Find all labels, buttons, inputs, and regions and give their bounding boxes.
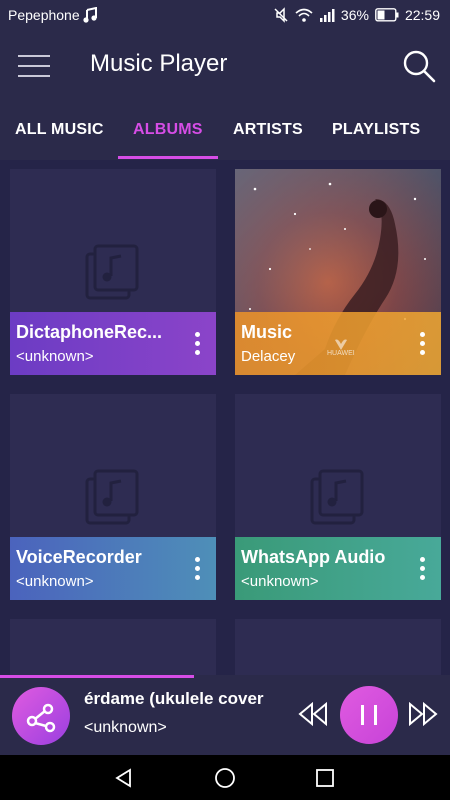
album-footer: WhatsApp Audio <unknown> bbox=[235, 537, 441, 600]
signal-icon bbox=[319, 9, 335, 22]
battery-icon bbox=[375, 8, 399, 22]
back-icon[interactable] bbox=[114, 768, 134, 788]
album-card-partial[interactable] bbox=[235, 619, 441, 675]
search-icon[interactable] bbox=[402, 49, 436, 83]
album-grid[interactable]: DictaphoneRec... <unknown> Music Delacey… bbox=[0, 160, 450, 675]
album-card-dictaphone[interactable]: DictaphoneRec... <unknown> bbox=[10, 169, 216, 375]
album-footer: DictaphoneRec... <unknown> bbox=[10, 312, 216, 375]
tab-all-music[interactable]: ALL MUSIC bbox=[15, 121, 104, 139]
album-artist: <unknown> bbox=[16, 573, 94, 590]
album-card-whatsapp[interactable]: WhatsApp Audio <unknown> bbox=[235, 394, 441, 600]
fast-forward-icon[interactable] bbox=[408, 702, 438, 726]
album-artist: <unknown> bbox=[241, 573, 319, 590]
app-bar: Music Player bbox=[0, 32, 450, 100]
battery-percent: 36% bbox=[340, 7, 369, 23]
playback-progress-track[interactable] bbox=[0, 675, 450, 678]
rewind-icon[interactable] bbox=[298, 702, 328, 726]
album-footer: VoiceRecorder <unknown> bbox=[10, 537, 216, 600]
more-options-icon[interactable] bbox=[194, 332, 200, 356]
playback-progress-fill bbox=[0, 675, 194, 678]
carrier-name: Pepephone bbox=[8, 7, 80, 23]
tab-albums[interactable]: ALBUMS bbox=[133, 121, 203, 139]
more-options-icon[interactable] bbox=[419, 332, 425, 356]
tab-bar: ALL MUSIC ALBUMS ARTISTS PLAYLISTS bbox=[0, 100, 450, 160]
recents-icon[interactable] bbox=[315, 768, 335, 788]
more-options-icon[interactable] bbox=[194, 557, 200, 581]
album-artist: Delacey bbox=[241, 348, 296, 365]
now-playing-bar[interactable]: érdame (ukulele cover <unknown> bbox=[0, 675, 450, 755]
status-bar-right: 36% 22:59 bbox=[273, 7, 440, 23]
album-title: VoiceRecorder bbox=[16, 547, 142, 567]
album-title: Music bbox=[241, 322, 293, 342]
status-bar: Pepephone 36% 22:59 bbox=[0, 0, 450, 32]
more-options-icon[interactable] bbox=[419, 557, 425, 581]
now-playing-title: érdame (ukulele cover bbox=[84, 689, 264, 708]
huawei-label: HUAWEI bbox=[327, 350, 355, 357]
system-nav-bar bbox=[0, 755, 450, 800]
now-playing-artist: <unknown> bbox=[84, 719, 167, 736]
album-footer: Music Delacey HUAWEI bbox=[235, 312, 441, 375]
album-title: DictaphoneRec... bbox=[16, 322, 163, 342]
album-placeholder-icon bbox=[85, 244, 139, 300]
active-tab-indicator bbox=[118, 156, 218, 159]
pause-icon bbox=[361, 705, 377, 725]
album-card-partial[interactable] bbox=[10, 619, 216, 675]
app-title: Music Player bbox=[90, 50, 228, 77]
music-share-icon bbox=[26, 703, 56, 733]
hamburger-menu-icon[interactable] bbox=[18, 52, 50, 80]
huawei-watermark: HUAWEI bbox=[327, 338, 355, 357]
album-placeholder-icon bbox=[310, 469, 364, 525]
mute-icon bbox=[274, 7, 288, 23]
pause-button[interactable] bbox=[340, 686, 398, 744]
wifi-icon bbox=[295, 8, 313, 22]
huawei-logo-icon bbox=[334, 339, 347, 350]
album-card-music[interactable]: Music Delacey HUAWEI bbox=[235, 169, 441, 375]
tab-playlists[interactable]: PLAYLISTS bbox=[332, 121, 420, 139]
album-artist: <unknown> bbox=[16, 348, 94, 365]
clock: 22:59 bbox=[404, 7, 440, 23]
album-title: WhatsApp Audio bbox=[241, 547, 386, 567]
home-icon[interactable] bbox=[214, 767, 236, 789]
now-playing-artwork[interactable] bbox=[12, 687, 70, 745]
album-card-voicerecorder[interactable]: VoiceRecorder <unknown> bbox=[10, 394, 216, 600]
album-placeholder-icon bbox=[85, 469, 139, 525]
tab-artists[interactable]: ARTISTS bbox=[233, 121, 303, 139]
music-note-icon bbox=[83, 7, 97, 23]
status-bar-left: Pepephone bbox=[8, 7, 97, 23]
